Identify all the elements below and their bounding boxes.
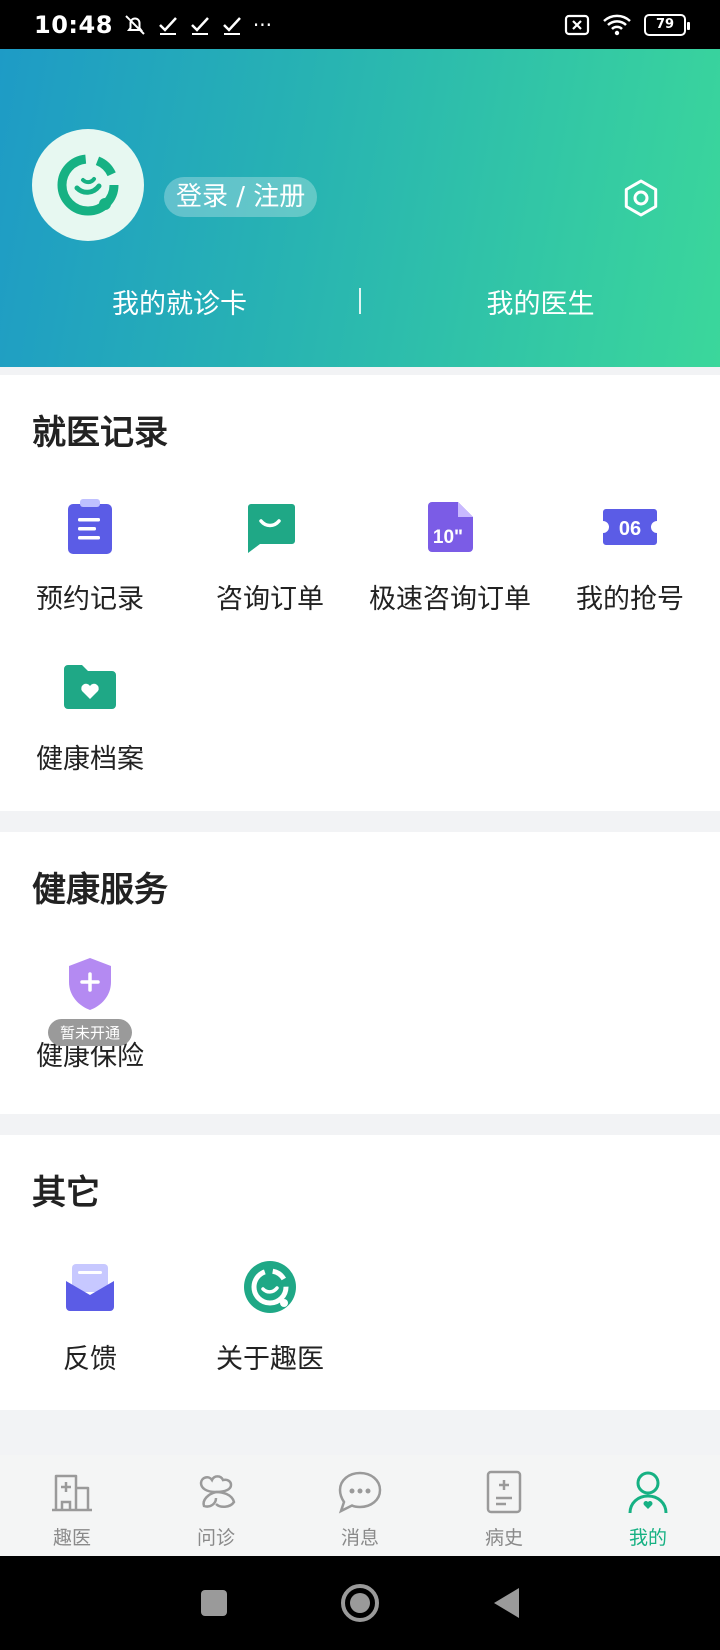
grid-item-my-tickets[interactable]: 06 我的抢号 bbox=[540, 495, 720, 616]
nav-item-history[interactable]: 病史 bbox=[432, 1455, 576, 1556]
grid-label: 关于趣医 bbox=[216, 1344, 324, 1375]
no-sim-icon bbox=[564, 14, 590, 35]
status-right: 79 bbox=[564, 13, 690, 37]
header-tabs: 我的就诊卡 我的医生 bbox=[0, 271, 720, 331]
icon-text: 06 bbox=[619, 518, 641, 540]
records-section: 就医记录 预约记录 咨询订单 10" 极速咨询订单 06 我的抢号 健康档案 bbox=[0, 375, 720, 811]
bell-off-icon bbox=[125, 14, 145, 35]
grid-label: 预约记录 bbox=[36, 584, 144, 615]
grid-item-consult-orders[interactable]: 咨询订单 bbox=[180, 495, 360, 616]
record-icon bbox=[479, 1467, 529, 1517]
grid-label: 反馈 bbox=[63, 1344, 117, 1375]
section-title-records: 就医记录 bbox=[32, 413, 168, 453]
grid-label: 健康档案 bbox=[36, 744, 144, 775]
settings-button[interactable] bbox=[620, 177, 662, 219]
recents-icon[interactable] bbox=[199, 1588, 229, 1618]
ticket-icon: 06 bbox=[598, 495, 662, 559]
my-visit-card-link[interactable]: 我的就诊卡 bbox=[0, 282, 359, 321]
clover-icon bbox=[191, 1467, 241, 1517]
app-logo-icon bbox=[57, 154, 119, 216]
avatar[interactable] bbox=[32, 129, 144, 241]
nav-item-consult[interactable]: 问诊 bbox=[144, 1455, 288, 1556]
nav-label: 趣医 bbox=[52, 1527, 91, 1549]
mail-icon bbox=[58, 1255, 122, 1319]
grid-item-feedback[interactable]: 反馈 bbox=[0, 1255, 180, 1376]
shield-plus-icon: 暂未开通 bbox=[47, 952, 133, 1046]
grid-label: 极速咨询订单 bbox=[369, 584, 531, 615]
grid-label: 我的抢号 bbox=[576, 584, 684, 615]
grid-item-about[interactable]: 关于趣医 bbox=[180, 1255, 360, 1376]
grid-label: 咨询订单 bbox=[216, 584, 324, 615]
grid-item-fast-consult-orders[interactable]: 10" 极速咨询订单 bbox=[360, 495, 540, 616]
app-logo-icon bbox=[238, 1255, 302, 1319]
nav-label: 病史 bbox=[484, 1527, 523, 1549]
my-doctor-link[interactable]: 我的医生 bbox=[361, 282, 720, 321]
more-dots-icon: ··· bbox=[252, 12, 272, 37]
status-left: 10:48 ··· bbox=[34, 11, 272, 39]
clipboard-icon bbox=[58, 495, 122, 559]
check-icon bbox=[223, 16, 241, 35]
login-register-button[interactable]: 登录 / 注册 bbox=[164, 177, 318, 217]
system-nav-bar bbox=[0, 1556, 720, 1650]
not-available-badge: 暂未开通 bbox=[47, 1019, 133, 1046]
nav-label: 消息 bbox=[340, 1527, 379, 1549]
status-bar: 10:48 ··· 79 bbox=[0, 0, 720, 49]
section-title-others: 其它 bbox=[32, 1173, 100, 1213]
icon-text: 10" bbox=[433, 527, 463, 548]
status-time: 10:48 bbox=[34, 10, 113, 39]
grid-item-health-records[interactable]: 健康档案 bbox=[0, 655, 180, 776]
others-section: 其它 反馈 关于趣医 bbox=[0, 1135, 720, 1410]
section-title-services: 健康服务 bbox=[32, 870, 168, 910]
person-icon bbox=[623, 1467, 673, 1517]
nav-item-me[interactable]: 我的 bbox=[576, 1455, 720, 1556]
back-icon[interactable] bbox=[491, 1586, 521, 1620]
hospital-icon bbox=[47, 1467, 97, 1517]
message-icon bbox=[335, 1467, 385, 1517]
nav-item-home[interactable]: 趣医 bbox=[0, 1455, 144, 1556]
battery-level: 79 bbox=[655, 17, 675, 32]
chat-icon bbox=[238, 495, 302, 559]
nav-label: 问诊 bbox=[196, 1527, 235, 1549]
document-10-icon: 10" bbox=[418, 495, 482, 559]
grid-item-appointments[interactable]: 预约记录 bbox=[0, 495, 180, 616]
nav-label: 我的 bbox=[628, 1527, 667, 1549]
folder-heart-icon bbox=[58, 655, 122, 719]
grid-item-health-insurance[interactable]: 暂未开通 健康保险 bbox=[0, 952, 180, 1073]
check-icon bbox=[191, 16, 209, 35]
battery-indicator: 79 bbox=[644, 13, 690, 36]
home-icon[interactable] bbox=[339, 1582, 381, 1624]
bottom-nav: 趣医 问诊 消息 病史 我的 bbox=[0, 1455, 720, 1556]
nav-item-messages[interactable]: 消息 bbox=[288, 1455, 432, 1556]
wifi-icon bbox=[603, 14, 631, 35]
services-section: 健康服务 暂未开通 健康保险 bbox=[0, 832, 720, 1114]
profile-header: 登录 / 注册 我的就诊卡 我的医生 bbox=[0, 49, 720, 367]
gear-icon bbox=[624, 179, 658, 217]
check-icon bbox=[159, 16, 177, 35]
